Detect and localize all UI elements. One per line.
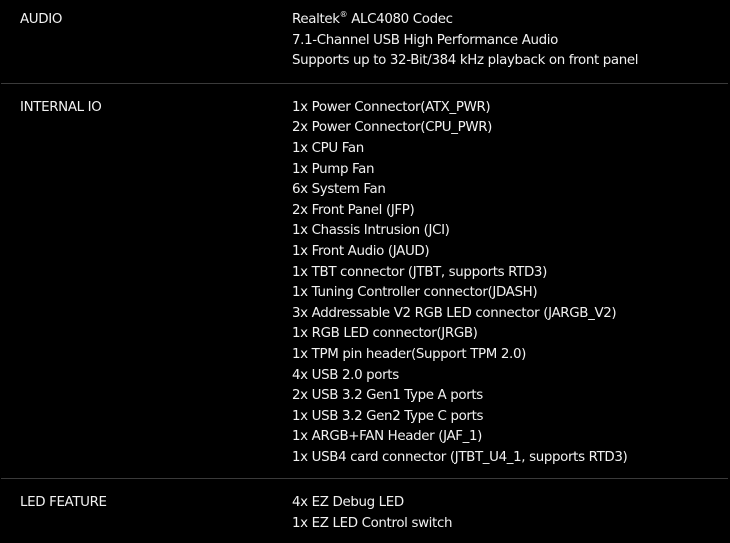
spec-values-led-feature: 4x EZ Debug LED 1x EZ LED Control switch [292,493,730,534]
spec-value: 1x USB4 card connector (JTBT_U4_1, suppo… [292,449,628,465]
spec-value: 6x System Fan [292,182,386,198]
brand-name: Realtek [292,12,340,27]
spec-label-internal-io: INTERNAL IO [20,99,102,115]
spec-value: 1x Front Audio (JAUD) [292,243,430,259]
spec-values-internal-io: 1x Power Connector(ATX_PWR) 2x Power Conn… [292,98,730,469]
spec-value: 4x EZ Debug LED [292,495,404,511]
spec-label-audio: AUDIO [20,12,63,27]
spec-value: 1x Power Connector(ATX_PWR) [292,99,491,115]
spec-value: 1x CPU Fan [292,140,364,156]
spec-value: 2x Power Connector(CPU_PWR) [292,120,493,136]
spec-value: 1x Tuning Controller connector(JDASH) [292,285,538,301]
spec-value: 7.1-Channel USB High Performance Audio [292,32,559,48]
spec-label-led-feature: LED FEATURE [20,495,107,511]
spec-value: 1x TPM pin header(Support TPM 2.0) [292,346,527,362]
spec-value: 1x USB 3.2 Gen2 Type C ports [292,408,484,424]
spec-value: 1x TBT connector (JTBT, supports RTD3) [292,264,547,280]
spec-value: 1x RGB LED connector(JRGB) [292,326,478,342]
spec-value: 2x USB 3.2 Gen1 Type A ports [292,388,483,404]
spec-value: 1x EZ LED Control switch [292,516,453,532]
spec-value: 1x Chassis Intrusion (JCI) [292,223,450,239]
spec-value: 2x Front Panel (JFP) [292,202,415,218]
spec-table: AUDIO Realtek® ALC4080 Codec 7.1-Channel… [0,0,730,535]
spec-value: 4x USB 2.0 ports [292,367,399,383]
spec-row-internal-io: INTERNAL IO 1x Power Connector(ATX_PWR) 2… [0,84,730,479]
codec-name: ALC4080 Codec [347,12,453,27]
spec-value: 1x Pump Fan [292,161,375,177]
spec-row-led-feature: LED FEATURE 4x EZ Debug LED 1x EZ LED Con… [0,479,730,534]
spec-values-audio: Realtek® ALC4080 Codec 7.1-Channel USB H… [292,10,730,72]
spec-value: Supports up to 32-Bit/384 kHz playback o… [292,53,639,69]
spec-value: 1x ARGB+FAN Header (JAF_1) [292,429,483,445]
spec-row-audio: AUDIO Realtek® ALC4080 Codec 7.1-Channel… [0,0,730,83]
spec-value: 3x Addressable V2 RGB LED connector (JAR… [292,305,617,321]
spec-value: Realtek® ALC4080 Codec [292,10,730,31]
